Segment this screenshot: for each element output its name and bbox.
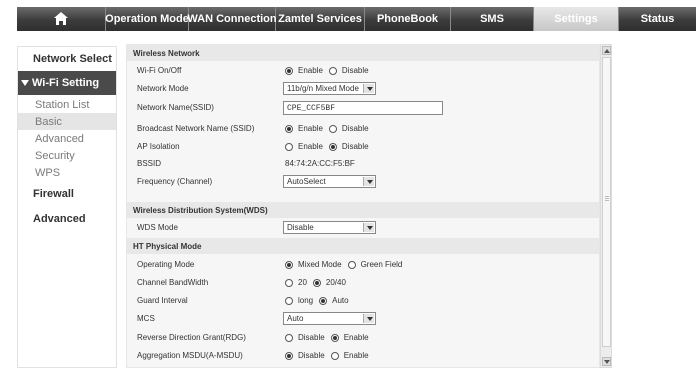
bandwidth-20-radio[interactable]: 20 [285, 278, 307, 287]
ap-isolation-disable-radio[interactable]: Disable [328, 142, 369, 151]
mcs-label: MCS [137, 314, 155, 323]
row-frequency: Frequency (Channel) AutoSelect [127, 174, 599, 192]
bssid-value: 84:74:2A:CC:F5:BF [285, 159, 355, 168]
row-network-mode: Network Mode 11b/g/n Mixed Mode [127, 81, 599, 99]
channel-bandwidth-label: Channel BandWidth [137, 278, 209, 287]
settings-panel: Wireless Network Wi-Fi On/Off Enable Dis… [126, 44, 600, 368]
row-wifi-onoff: Wi-Fi On/Off Enable Disable [127, 63, 599, 81]
chevron-down-icon [363, 223, 374, 232]
broadcast-label: Broadcast Network Name (SSID) [137, 124, 255, 133]
row-amsdu: Aggregation MSDU(A-MSDU) Disable Enable [127, 348, 599, 366]
home-icon [53, 12, 69, 26]
ap-isolation-enable-radio[interactable]: Enable [285, 142, 323, 151]
expand-arrow-icon [21, 80, 29, 86]
sidebar-item-station-list[interactable]: Station List [18, 96, 116, 113]
rdg-disable-radio[interactable]: Disable [285, 333, 325, 342]
sidebar-item-advanced-section[interactable]: Advanced [18, 207, 116, 231]
wds-mode-label: WDS Mode [137, 223, 178, 232]
green-field-radio[interactable]: Green Field [347, 260, 402, 269]
guard-long-radio[interactable]: long [285, 296, 313, 305]
sidebar-item-basic[interactable]: Basic [18, 113, 116, 130]
row-guard-interval: Guard Interval long Auto [127, 293, 599, 311]
top-navigation: Operation Mode WAN Connection Zamtel Ser… [17, 7, 696, 31]
rdg-label: Reverse Direction Grant(RDG) [137, 333, 246, 342]
network-mode-select[interactable]: 11b/g/n Mixed Mode [283, 82, 376, 95]
network-mode-label: Network Mode [137, 84, 189, 93]
amsdu-enable-radio[interactable]: Enable [330, 351, 369, 360]
wifi-disable-radio[interactable]: Disable [328, 66, 369, 75]
frequency-select[interactable]: AutoSelect [283, 175, 376, 188]
tab-zamtel-services[interactable]: Zamtel Services [276, 7, 365, 31]
wds-mode-select[interactable]: Disable [283, 221, 376, 234]
home-tab[interactable] [17, 7, 106, 31]
tab-wan-connection[interactable]: WAN Connection [187, 7, 277, 31]
sidebar-item-advanced[interactable]: Advanced [18, 130, 116, 147]
broadcast-disable-radio[interactable]: Disable [328, 124, 369, 133]
mixed-mode-radio[interactable]: Mixed Mode [285, 260, 342, 269]
tab-settings[interactable]: Settings [534, 7, 619, 31]
tab-phonebook[interactable]: PhoneBook [365, 7, 451, 31]
mcs-select[interactable]: Auto [283, 312, 376, 325]
wifi-onoff-label: Wi-Fi On/Off [137, 66, 182, 75]
wifi-enable-radio[interactable]: Enable [285, 66, 323, 75]
ssid-input[interactable] [283, 101, 443, 115]
sidebar-item-label: Wi-Fi Setting [32, 77, 100, 89]
rdg-enable-radio[interactable]: Enable [330, 333, 369, 342]
row-operating-mode: Operating Mode Mixed Mode Green Field [127, 257, 599, 275]
scroll-down-icon[interactable] [602, 357, 611, 366]
bandwidth-2040-radio[interactable]: 20/40 [312, 278, 346, 287]
sidebar-item-wps[interactable]: WPS [18, 164, 116, 181]
tab-sms[interactable]: SMS [451, 7, 534, 31]
amsdu-disable-radio[interactable]: Disable [285, 351, 325, 360]
sidebar: Network Select Wi-Fi Setting Station Lis… [17, 46, 117, 368]
ssid-label: Network Name(SSID) [137, 103, 214, 112]
chevron-down-icon [363, 314, 374, 323]
section-wds: Wireless Distribution System(WDS) [127, 202, 599, 218]
row-ap-isolation: AP Isolation Enable Disable [127, 139, 599, 157]
scroll-up-icon[interactable] [602, 46, 611, 55]
sidebar-item-security[interactable]: Security [18, 147, 116, 164]
amsdu-label: Aggregation MSDU(A-MSDU) [137, 351, 243, 360]
chevron-down-icon [363, 84, 374, 93]
scrollbar-thumb[interactable] [602, 57, 611, 347]
row-ssid: Network Name(SSID) [127, 100, 599, 118]
tab-status[interactable]: Status [619, 7, 696, 31]
row-wds-mode: WDS Mode Disable [127, 220, 599, 238]
row-broadcast: Broadcast Network Name (SSID) Enable Dis… [127, 121, 599, 139]
row-channel-bandwidth: Channel BandWidth 20 20/40 [127, 275, 599, 293]
row-bssid: BSSID 84:74:2A:CC:F5:BF [127, 156, 599, 174]
tab-operation-mode[interactable]: Operation Mode [105, 7, 189, 31]
ap-isolation-label: AP Isolation [137, 142, 180, 151]
guard-auto-radio[interactable]: Auto [319, 296, 349, 305]
section-wireless-network: Wireless Network [127, 45, 599, 61]
broadcast-enable-radio[interactable]: Enable [285, 124, 323, 133]
chevron-down-icon [363, 177, 374, 186]
frequency-label: Frequency (Channel) [137, 177, 213, 186]
sidebar-item-wifi-setting[interactable]: Wi-Fi Setting [18, 71, 116, 95]
section-ht-physical-mode: HT Physical Mode [127, 238, 599, 254]
row-rdg: Reverse Direction Grant(RDG) Disable Ena… [127, 330, 599, 348]
operating-mode-label: Operating Mode [137, 260, 195, 269]
vertical-scrollbar[interactable] [600, 44, 612, 368]
sidebar-item-network-select[interactable]: Network Select [18, 47, 116, 71]
row-mcs: MCS Auto [127, 311, 599, 329]
guard-interval-label: Guard Interval [137, 296, 188, 305]
bssid-label: BSSID [137, 159, 162, 168]
sidebar-item-firewall[interactable]: Firewall [18, 182, 116, 206]
